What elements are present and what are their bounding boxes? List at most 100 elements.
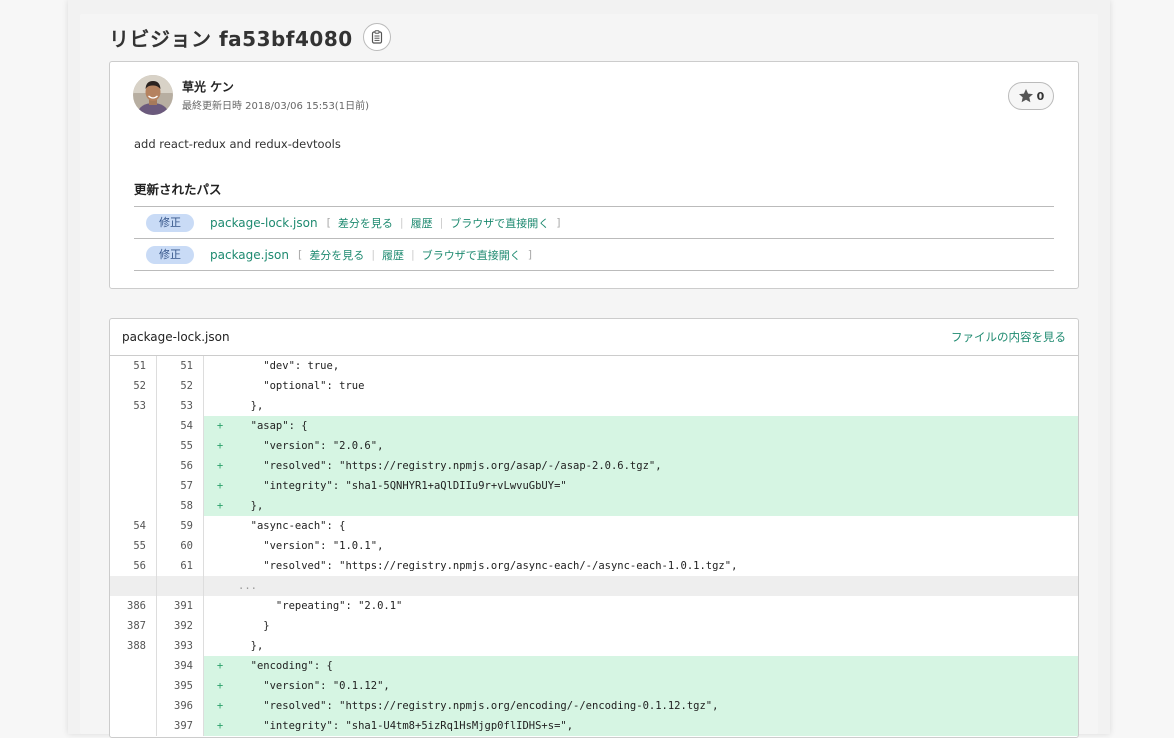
- diff-file-name: package-lock.json: [122, 330, 230, 344]
- old-line-number: [110, 456, 157, 476]
- diff-body: 51 51 "dev": true, 52 52 "optional": true 53…: [110, 356, 1078, 736]
- diff-row-added: 54 + "asap": {: [110, 416, 1078, 436]
- title-row: リビジョン fa53bf4080: [109, 20, 391, 54]
- diff-row: 55 60 "version": "1.0.1",: [110, 536, 1078, 556]
- bracket-open: [: [298, 248, 303, 261]
- diff-mark: +: [216, 460, 224, 472]
- author-name: 草光 ケン: [182, 80, 234, 94]
- bracket-close: ]: [556, 216, 561, 229]
- diff-row: 386 391 "repeating": "2.0.1": [110, 596, 1078, 616]
- old-line-number: 387: [110, 616, 157, 636]
- new-line-number: 54: [157, 416, 204, 436]
- diff-row-gap: ...: [110, 576, 1078, 596]
- diff-mark: +: [216, 680, 224, 692]
- diff-row: 387 392 }: [110, 616, 1078, 636]
- history-link[interactable]: 履歴: [411, 215, 433, 231]
- diff-mark: +: [216, 700, 224, 712]
- diff-row: 53 53 },: [110, 396, 1078, 416]
- diff-mark: +: [216, 420, 224, 432]
- diff-header: package-lock.json ファイルの内容を見る: [110, 319, 1078, 356]
- old-line-number: 53: [110, 396, 157, 416]
- bracket-close: ]: [527, 248, 533, 261]
- new-line-number: 52: [157, 376, 204, 396]
- status-badge: 修正: [146, 213, 194, 232]
- diff-row: 388 393 },: [110, 636, 1078, 656]
- revision-info-card: 草光 ケン 最終更新日時 2018/03/06 15:53(1日前) 0 add…: [109, 61, 1079, 289]
- separator: |: [439, 216, 444, 229]
- old-line-number: [110, 496, 157, 516]
- diff-row: 51 51 "dev": true,: [110, 356, 1078, 376]
- diff-mark: +: [216, 500, 224, 512]
- new-line-number: 56: [157, 456, 204, 476]
- old-line-number: 386: [110, 596, 157, 616]
- diff-row: 54 59 "async-each": {: [110, 516, 1078, 536]
- path-link[interactable]: package-lock.json: [210, 216, 318, 230]
- clipboard-icon: [371, 30, 382, 44]
- copy-revision-button[interactable]: [362, 23, 391, 51]
- diff-row-added: 58 + },: [110, 496, 1078, 516]
- diff-code: "asap": {: [238, 420, 308, 432]
- avatar[interactable]: [133, 75, 173, 115]
- diff-code: "dev": true,: [238, 360, 340, 372]
- old-line-number: [110, 436, 157, 456]
- history-link[interactable]: 履歴: [382, 247, 404, 263]
- view-diff-link[interactable]: 差分を見る: [338, 215, 393, 231]
- diff-row-added: 394 + "encoding": {: [110, 656, 1078, 676]
- bracket-open: [: [326, 216, 331, 229]
- diff-code: "resolved": "https://registry.npmjs.org/…: [238, 560, 738, 572]
- diff-mark: +: [216, 480, 224, 492]
- star-count: 0: [1036, 89, 1045, 103]
- new-line-number: 394: [157, 656, 204, 676]
- new-line-number: 391: [157, 596, 204, 616]
- diff-row-added: 395 + "version": "0.1.12",: [110, 676, 1078, 696]
- diff-code: "resolved": "https://registry.npmjs.org/…: [238, 700, 719, 712]
- new-line-number: 55: [157, 436, 204, 456]
- diff-code: "encoding": {: [238, 660, 333, 672]
- diff-code: "async-each": {: [238, 520, 346, 532]
- commit-message: add react-redux and redux-devtools: [134, 137, 341, 151]
- page-title: リビジョン fa53bf4080: [109, 26, 353, 51]
- old-line-number: 388: [110, 636, 157, 656]
- path-link[interactable]: package.json: [210, 248, 289, 262]
- new-line-number: 396: [157, 696, 204, 716]
- star-button[interactable]: 0: [1008, 82, 1054, 110]
- new-line-number: 392: [157, 616, 204, 636]
- diff-code: "version": "2.0.6",: [238, 440, 384, 452]
- old-line-number: 56: [110, 556, 157, 576]
- old-line-number: [110, 576, 157, 596]
- diff-card: package-lock.json ファイルの内容を見る 51 51 "dev":…: [109, 318, 1079, 738]
- new-line-number: 395: [157, 676, 204, 696]
- old-line-number: [110, 716, 157, 736]
- new-line-number: 59: [157, 516, 204, 536]
- old-line-number: [110, 676, 157, 696]
- avatar-image: [133, 75, 173, 115]
- diff-mark: +: [216, 440, 224, 452]
- diff-row-added: 56 + "resolved": "https://registry.npmjs.…: [110, 456, 1078, 476]
- old-line-number: 55: [110, 536, 157, 556]
- path-row: 修正 package.json [ 差分を見る | 履歴 | ブラウザで直接開く…: [134, 239, 1054, 271]
- open-in-browser-link[interactable]: ブラウザで直接開く: [450, 215, 549, 231]
- diff-row: 56 61 "resolved": "https://registry.npmjs…: [110, 556, 1078, 576]
- new-line-number: 51: [157, 356, 204, 376]
- diff-code: "version": "1.0.1",: [238, 540, 384, 552]
- view-diff-link[interactable]: 差分を見る: [309, 247, 364, 263]
- diff-code: "integrity": "sha1-U4tm8+5izRq1HsMjgp0fl…: [238, 720, 574, 732]
- new-line-number: 57: [157, 476, 204, 496]
- diff-code: "optional": true: [238, 380, 365, 392]
- old-line-number: 54: [110, 516, 157, 536]
- diff-row-added: 396 + "resolved": "https://registry.npmjs…: [110, 696, 1078, 716]
- star-icon: [1018, 89, 1033, 103]
- old-line-number: 52: [110, 376, 157, 396]
- diff-code: "resolved": "https://registry.npmjs.org/…: [238, 460, 662, 472]
- diff-row: 52 52 "optional": true: [110, 376, 1078, 396]
- diff-code: "integrity": "sha1-5QNHYR1+aQlDIIu9r+vLw…: [238, 480, 567, 492]
- diff-code: },: [238, 400, 264, 412]
- diff-code: "repeating": "2.0.1": [238, 600, 403, 612]
- old-line-number: [110, 696, 157, 716]
- view-file-link[interactable]: ファイルの内容を見る: [951, 329, 1066, 345]
- open-in-browser-link[interactable]: ブラウザで直接開く: [422, 247, 521, 263]
- diff-code: }: [238, 620, 270, 632]
- diff-mark: +: [216, 660, 224, 672]
- diff-code: },: [238, 500, 264, 512]
- separator: |: [399, 216, 404, 229]
